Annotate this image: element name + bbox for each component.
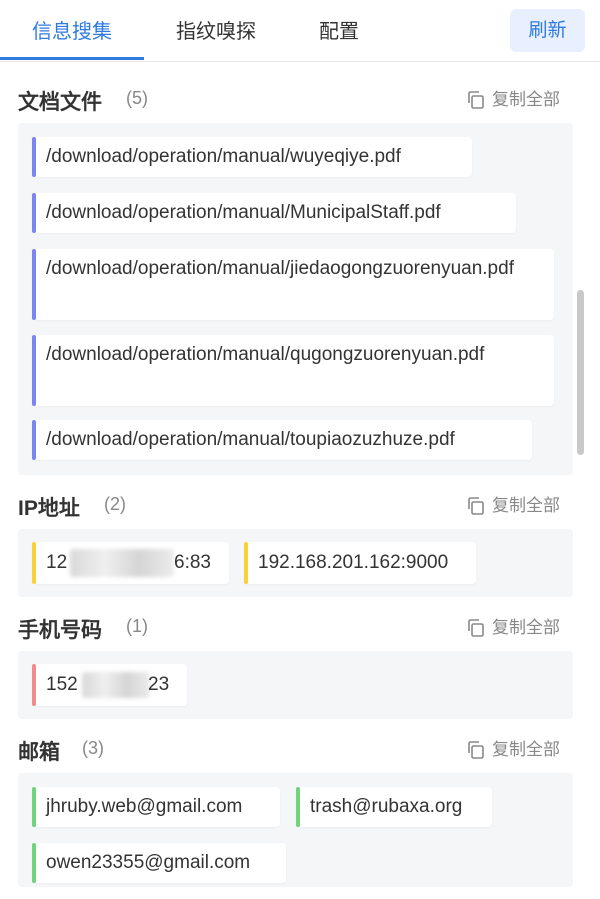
email-panel: jhruby.web@gmail.com trash@rubaxa.org ow… [18,773,573,887]
phone-item-prefix: 152 [46,674,78,695]
copy-all-label: 复制全部 [492,496,560,515]
section-title-email: 邮箱 [18,741,60,764]
section-count-email: (3) [82,738,104,758]
doc-item-text: /download/operation/manual/qugongzuoreny… [46,344,485,365]
doc-item[interactable]: /download/operation/manual/toupiaozuzhuz… [32,420,532,460]
email-item-bar [296,787,300,827]
doc-item[interactable]: /download/operation/manual/wuyeqiye.pdf [32,137,472,177]
tab-config[interactable]: 配置 [315,0,363,61]
ip-item-prefix: 12 [46,552,68,573]
docs-scrollbar[interactable] [577,290,584,455]
ip-item-suffix: 6:83 [174,552,211,573]
ip-item-bar [244,542,248,584]
section-header-ip: IP地址 (2) 复制全部 [18,486,578,526]
doc-item-bar [32,335,36,406]
phone-item-bar [32,664,36,706]
phone-panel: 152 23 [18,651,573,719]
copy-icon [468,91,484,109]
refresh-button[interactable]: 刷新 [510,9,585,52]
section-title-docs: 文档文件 [18,91,102,114]
ip-panel: 12 6:83 192.168.201.162:9000 [18,529,573,597]
copy-icon [468,619,484,637]
redaction-blur [70,549,174,577]
copy-all-label: 复制全部 [492,90,560,109]
doc-item-text: /download/operation/manual/toupiaozuzhuz… [46,429,455,450]
doc-item[interactable]: /download/operation/manual/MunicipalStaf… [32,193,516,233]
doc-item-text: /download/operation/manual/jiedaogongzuo… [46,258,514,279]
phone-item-suffix: 23 [148,674,170,695]
copy-all-docs-button[interactable]: 复制全部 [468,88,560,112]
copy-all-label: 复制全部 [492,618,560,637]
copy-all-phone-button[interactable]: 复制全部 [468,616,560,640]
section-header-phone: 手机号码 (1) 复制全部 [18,608,578,648]
ip-item[interactable]: 12 6:83 [32,542,229,584]
active-tab-indicator [0,57,144,60]
section-header-email: 邮箱 (3) 复制全部 [18,730,578,770]
tab-bar: 信息搜集 指纹嗅探 配置 刷新 [0,0,600,62]
ip-item[interactable]: 192.168.201.162:9000 [244,542,476,584]
ip-item-bar [32,542,36,584]
section-count-phone: (1) [126,616,148,636]
doc-item-text: /download/operation/manual/MunicipalStaf… [46,202,441,223]
doc-item-bar [32,193,36,233]
email-item[interactable]: trash@rubaxa.org [296,787,492,827]
section-count-docs: (5) [126,88,148,108]
tab-fingerprint-sniff[interactable]: 指纹嗅探 [170,0,262,61]
ip-item-text: 192.168.201.162:9000 [258,552,449,573]
docs-panel: /download/operation/manual/wuyeqiye.pdf … [18,123,573,475]
section-count-ip: (2) [104,494,126,514]
doc-item-bar [32,420,36,460]
email-item-text: trash@rubaxa.org [310,796,463,817]
section-title-ip: IP地址 [18,497,80,520]
copy-all-label: 复制全部 [492,740,560,759]
doc-item-bar [32,137,36,177]
copy-icon [468,497,484,515]
email-item-bar [32,787,36,827]
copy-all-email-button[interactable]: 复制全部 [468,738,560,762]
redaction-blur [82,672,150,698]
phone-item[interactable]: 152 23 [32,664,187,706]
email-item[interactable]: owen23355@gmail.com [32,843,286,883]
copy-icon [468,741,484,759]
doc-item[interactable]: /download/operation/manual/jiedaogongzuo… [32,249,554,320]
copy-all-ip-button[interactable]: 复制全部 [468,494,560,518]
email-item[interactable]: jhruby.web@gmail.com [32,787,280,827]
tab-info-collection[interactable]: 信息搜集 [0,0,144,61]
email-item-text: jhruby.web@gmail.com [46,796,243,817]
section-header-docs: 文档文件 (5) 复制全部 [18,80,578,120]
email-item-text: owen23355@gmail.com [46,852,251,873]
email-item-bar [32,843,36,883]
doc-item-bar [32,249,36,320]
doc-item-text: /download/operation/manual/wuyeqiye.pdf [46,146,401,167]
section-title-phone: 手机号码 [18,619,102,642]
doc-item[interactable]: /download/operation/manual/qugongzuoreny… [32,335,554,406]
